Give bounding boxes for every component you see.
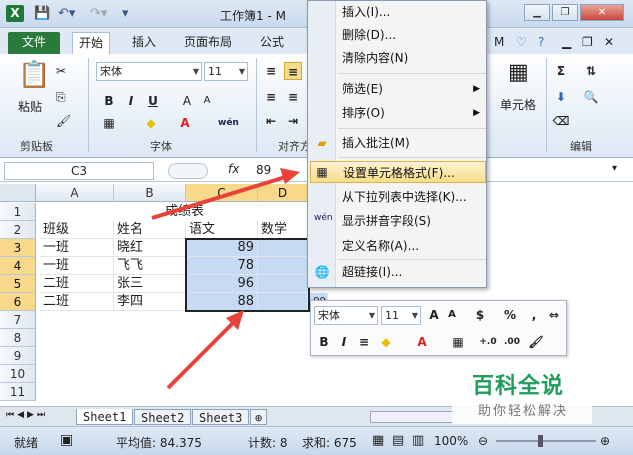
watermark-subtitle: 助你轻松解决 [478, 404, 569, 419]
normal-view-icon[interactable]: ▦ [372, 433, 384, 448]
mini-bold-icon[interactable]: B [315, 333, 333, 351]
watermark-title: 百科全说 [472, 374, 565, 399]
menu-item-sort[interactable]: 排序(O) ▶ [336, 102, 486, 124]
arrow-line-to-menu [151, 173, 293, 220]
mini-percent-icon[interactable]: % [501, 306, 519, 324]
mini-format-painter-icon[interactable]: 🖌 [527, 333, 545, 351]
sheet-nav-icon[interactable]: ⏮◀▶⏭ [6, 410, 48, 420]
page-break-view-icon[interactable]: ▥ [412, 433, 424, 448]
horizontal-scrollbar[interactable] [370, 411, 454, 423]
menu-item-filter[interactable]: 筛选(E) ▶ [336, 78, 486, 100]
sheet-tab-3[interactable]: Sheet3 [192, 409, 250, 425]
mini-font-color-icon[interactable]: A [413, 333, 431, 351]
mini-shrink-font-icon[interactable]: A [443, 306, 461, 324]
zoom-slider-thumb[interactable] [538, 435, 543, 447]
mini-comma-icon[interactable]: , [525, 306, 543, 324]
new-sheet-icon[interactable]: ⊕ [250, 409, 268, 425]
watermark: 百科全说 助你轻松解决 [452, 364, 592, 424]
mini-decrease-decimal-icon[interactable]: .00 [503, 333, 521, 351]
status-ready: 就绪 [14, 436, 39, 450]
mini-increase-decimal-icon[interactable]: +.0 [479, 333, 497, 351]
hyperlink-icon: 🌐 [314, 265, 330, 279]
arrow-line-to-selection [166, 318, 238, 390]
phonetic-icon: wén [314, 213, 333, 223]
status-sum: 求和: 675 [302, 436, 357, 450]
format-cells-icon: ▦ [316, 165, 328, 179]
mini-size-select[interactable]: 11 ▼ [381, 306, 421, 325]
menu-item-hyperlink[interactable]: 超链接(I)... [336, 261, 486, 283]
mini-fill-color-icon[interactable]: ◆ [377, 333, 395, 351]
mini-italic-icon[interactable]: I [335, 333, 353, 351]
mini-grow-font-icon[interactable]: A [425, 306, 443, 324]
arrow-head-to-menu [280, 168, 300, 184]
page-layout-view-icon[interactable]: ▤ [392, 433, 404, 448]
mini-border-icon[interactable]: ▦ [449, 333, 467, 351]
menu-item-format-cells[interactable]: 设置单元格格式(F)... [310, 161, 486, 183]
sheet-tab-2[interactable]: Sheet2 [134, 409, 192, 425]
status-average: 平均值: 84.375 [116, 436, 202, 450]
mini-toolbar: 宋体 ▼ 11 ▼ A A $ % , ⇔ B I ≡ ◆ A ▦ +.0 .00 … [310, 300, 567, 356]
zoom-out-icon[interactable]: ⊖ [478, 434, 488, 448]
status-bar: 就绪 ▣ 平均值: 84.375 计数: 8 求和: 675 ▦ ▤ ▥ 100… [0, 426, 633, 455]
mini-currency-icon[interactable]: $ [471, 306, 489, 324]
sheet-tab-1[interactable]: Sheet1 [76, 409, 134, 425]
menu-item-phonetic[interactable]: 显示拼音字段(S) [336, 210, 486, 232]
menu-item-delete[interactable]: 删除(D)... [336, 24, 486, 46]
zoom-in-icon[interactable]: ⊕ [600, 434, 610, 448]
zoom-level[interactable]: 100% [434, 434, 468, 448]
comment-icon: ▰ [317, 136, 327, 150]
status-count: 计数: 8 [248, 436, 288, 450]
mini-merge-icon[interactable]: ⇔ [545, 306, 563, 324]
menu-item-define-name[interactable]: 定义名称(A)... [336, 235, 486, 257]
menu-item-insert[interactable]: 插入(I)... [336, 1, 486, 23]
macro-record-icon[interactable]: ▣ [60, 432, 73, 448]
zoom-slider[interactable] [496, 440, 596, 442]
menu-item-insert-comment[interactable]: 插入批注(M) [336, 132, 486, 154]
mini-font-select[interactable]: 宋体 ▼ [314, 306, 378, 325]
menu-item-pick-from-list[interactable]: 从下拉列表中选择(K)... [336, 186, 486, 208]
context-menu: 插入(I)... 删除(D)... 清除内容(N) 筛选(E) ▶ 排序(O) ▶ … [307, 0, 487, 288]
menu-item-clear[interactable]: 清除内容(N) [336, 47, 486, 69]
mini-center-icon[interactable]: ≡ [355, 333, 373, 351]
